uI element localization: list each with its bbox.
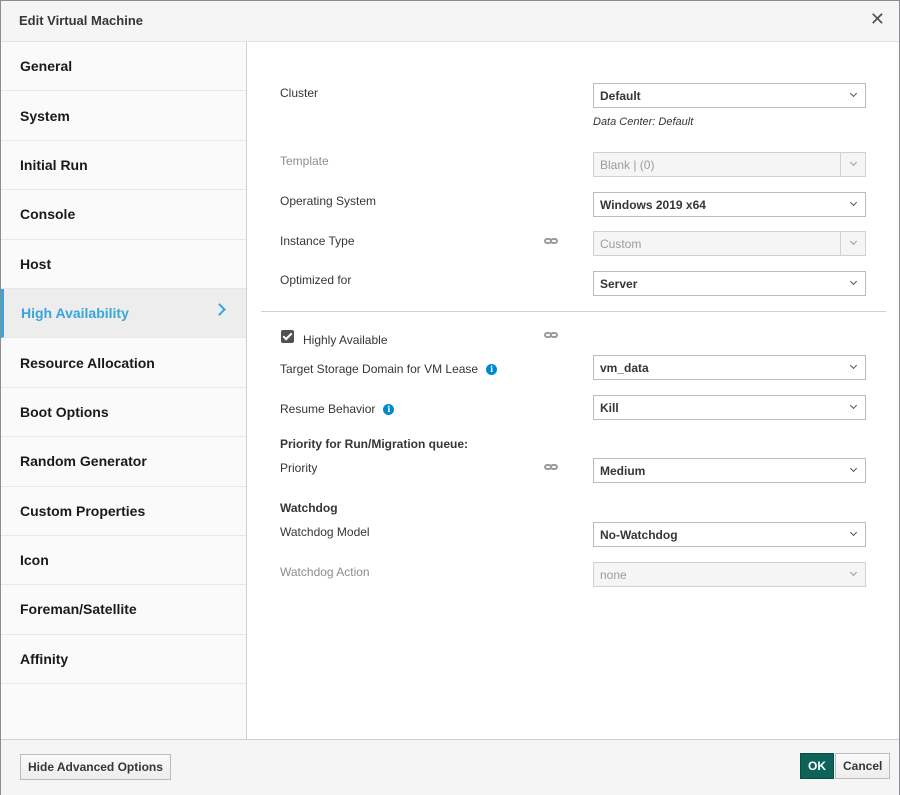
form-panel: Cluster Default Data Center: Default Tem… [248, 42, 899, 739]
section-divider [261, 311, 886, 312]
resume-behavior-select[interactable]: Kill [593, 395, 866, 420]
template-label: Template [280, 154, 329, 168]
sidebar-item-label: High Availability [21, 305, 129, 322]
watchdog-action-select: none [593, 562, 866, 587]
dialog-header: Edit Virtual Machine ✕ [1, 1, 899, 42]
chevron-down-icon [849, 158, 858, 167]
sidebar-item-label: Affinity [20, 650, 69, 667]
sidebar-item-system[interactable]: System [1, 91, 246, 141]
dialog-title: Edit Virtual Machine [19, 13, 144, 28]
cluster-label: Cluster [280, 86, 319, 100]
sidebar-item-label: Custom Properties [20, 502, 146, 519]
cluster-select[interactable]: Default [593, 83, 866, 108]
instance-type-value: Custom [600, 237, 642, 251]
priority-value: Medium [600, 464, 646, 478]
link-icon[interactable] [544, 238, 558, 245]
info-icon[interactable]: i [383, 404, 395, 416]
sidebar-item-high-availability[interactable]: High Availability [1, 288, 246, 339]
sidebar-item-custom-properties[interactable]: Custom Properties [1, 487, 246, 536]
sidebar-item-label: Icon [20, 552, 49, 569]
watchdog-model-value: No-Watchdog [600, 528, 678, 542]
cancel-button[interactable]: Cancel [835, 753, 891, 779]
resume-behavior-label: Resume Behavior i [280, 402, 395, 416]
sidebar-item-label: Resource Allocation [20, 354, 155, 371]
optimized-for-label: Optimized for [280, 273, 352, 287]
sidebar-item-label: Initial Run [20, 156, 88, 173]
sidebar-item-label: Foreman/Satellite [20, 601, 137, 618]
sidebar-item-initial-run[interactable]: Initial Run [1, 141, 246, 191]
lease-domain-label-text: Target Storage Domain for VM Lease [280, 362, 479, 376]
lease-domain-value: vm_data [600, 361, 649, 375]
close-icon[interactable]: ✕ [870, 9, 885, 29]
chevron-down-icon [849, 464, 858, 473]
priority-section-heading: Priority for Run/Migration queue: [280, 437, 468, 451]
chevron-down-icon [849, 237, 858, 246]
os-select[interactable]: Windows 2019 x64 [593, 192, 866, 217]
lease-domain-select[interactable]: vm_data [593, 355, 866, 380]
sidebar-item-random-generator[interactable]: Random Generator [1, 437, 246, 487]
chevron-down-icon [849, 361, 858, 370]
highly-available-label: Highly Available [303, 333, 388, 347]
sidebar-item-foreman-satellite[interactable]: Foreman/Satellite [1, 585, 246, 635]
data-center-hint: Data Center: Default [593, 116, 694, 128]
sidebar-item-label: Random Generator [20, 453, 147, 470]
chevron-down-icon [849, 89, 858, 98]
sidebar-item-icon[interactable]: Icon [1, 536, 246, 586]
template-select: Blank | (0) [593, 152, 866, 177]
sidebar-item-label: Boot Options [20, 403, 109, 420]
chevron-down-icon [849, 401, 858, 410]
chevron-down-icon [849, 277, 858, 286]
sidebar: General System Initial Run Console Host … [1, 42, 247, 739]
watchdog-section-heading: Watchdog [280, 501, 338, 515]
watchdog-model-select[interactable]: No-Watchdog [593, 522, 866, 547]
watchdog-action-label: Watchdog Action [280, 565, 370, 579]
priority-label: Priority [280, 461, 318, 475]
sidebar-item-boot-options[interactable]: Boot Options [1, 388, 246, 438]
sidebar-item-label: Host [20, 255, 52, 272]
link-icon[interactable] [544, 332, 558, 339]
chevron-right-icon [213, 303, 226, 316]
resume-behavior-label-text: Resume Behavior [280, 402, 376, 416]
chevron-down-icon [849, 528, 858, 537]
edit-vm-dialog: Edit Virtual Machine ✕ General System In… [0, 0, 900, 795]
sidebar-item-label: General [20, 58, 73, 75]
sidebar-item-console[interactable]: Console [1, 190, 246, 240]
sidebar-item-label: System [20, 107, 70, 124]
ok-button[interactable]: OK [800, 753, 834, 779]
resume-behavior-value: Kill [600, 401, 619, 415]
hide-advanced-options-button[interactable]: Hide Advanced Options [20, 754, 171, 780]
os-value: Windows 2019 x64 [600, 198, 706, 212]
chevron-down-icon [849, 198, 858, 207]
instance-type-select: Custom [593, 231, 866, 256]
dialog-footer: Hide Advanced Options OK Cancel [1, 739, 899, 795]
priority-select[interactable]: Medium [593, 458, 866, 483]
template-caret-box [840, 153, 865, 176]
watchdog-action-value: none [600, 568, 627, 582]
optimized-for-select[interactable]: Server [593, 271, 866, 296]
instance-type-label: Instance Type [280, 234, 355, 248]
sidebar-item-affinity[interactable]: Affinity [1, 635, 246, 685]
cluster-value: Default [600, 89, 641, 103]
sidebar-item-label: Console [20, 206, 76, 223]
sidebar-item-resource-allocation[interactable]: Resource Allocation [1, 338, 246, 388]
watchdog-model-label: Watchdog Model [280, 525, 370, 539]
highly-available-checkbox[interactable] [281, 330, 294, 343]
info-icon[interactable]: i [486, 364, 498, 376]
sidebar-item-host[interactable]: Host [1, 240, 246, 289]
sidebar-item-general[interactable]: General [1, 42, 246, 92]
chevron-down-icon [849, 568, 858, 577]
template-value: Blank | (0) [600, 158, 655, 172]
os-label: Operating System [280, 194, 377, 208]
optimized-for-value: Server [600, 277, 638, 291]
lease-domain-label: Target Storage Domain for VM Lease i [280, 362, 498, 376]
instance-type-caret-box [840, 232, 865, 255]
link-icon[interactable] [544, 464, 558, 471]
